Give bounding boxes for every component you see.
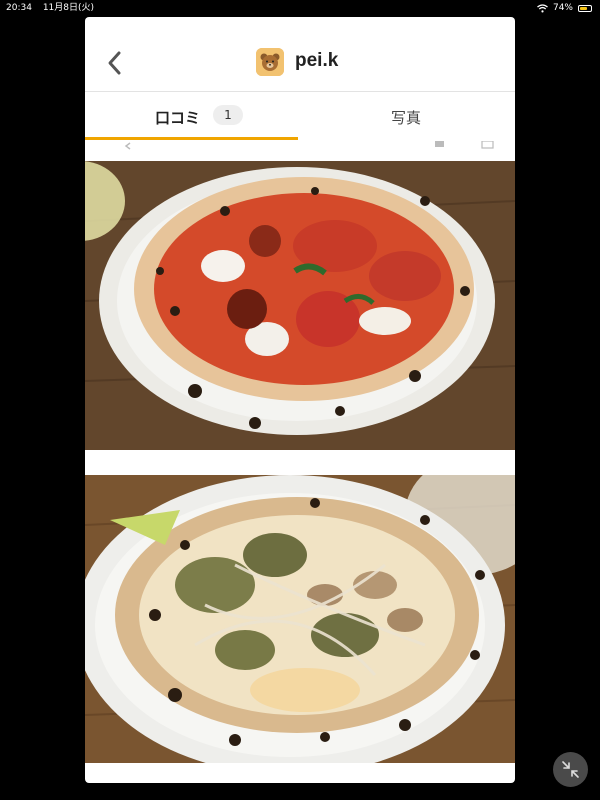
collapse-arrows-icon [562, 761, 579, 778]
peek-icons [124, 141, 494, 150]
reviews-count-badge: 1 [213, 105, 243, 125]
battery-icon [578, 4, 592, 12]
wifi-icon [537, 3, 548, 12]
header: pei.k [85, 17, 515, 92]
status-bar: 20:34 11月8日(火) 74% [0, 0, 600, 16]
review-photo-1[interactable] [85, 161, 515, 450]
chevron-left-icon [108, 51, 121, 75]
back-button[interactable] [105, 50, 125, 76]
tab-reviews-label: 口コミ [155, 109, 201, 127]
status-date: 11月8日(火) [42, 3, 95, 13]
tab-bar: 口コミ 1 写真 [85, 92, 515, 140]
review-panel: pei.k 口コミ 1 写真 [85, 17, 515, 783]
avatar[interactable] [256, 48, 284, 76]
tab-photos-label: 写真 [391, 109, 422, 127]
review-photo-2[interactable] [85, 475, 515, 763]
tab-reviews[interactable]: 口コミ 1 [85, 92, 298, 140]
battery-percent: 74% [552, 3, 573, 13]
status-time: 20:34 [6, 3, 32, 13]
username[interactable]: pei.k [295, 50, 338, 72]
scrolled-content-peek [85, 141, 515, 161]
battery-level [580, 6, 588, 10]
tab-photos[interactable]: 写真 [298, 92, 515, 140]
minimize-button[interactable] [553, 752, 588, 787]
bear-avatar-icon [256, 48, 284, 76]
pizza-photo-1 [85, 161, 515, 450]
pizza-photo-2 [85, 475, 515, 763]
active-tab-indicator [85, 137, 298, 140]
